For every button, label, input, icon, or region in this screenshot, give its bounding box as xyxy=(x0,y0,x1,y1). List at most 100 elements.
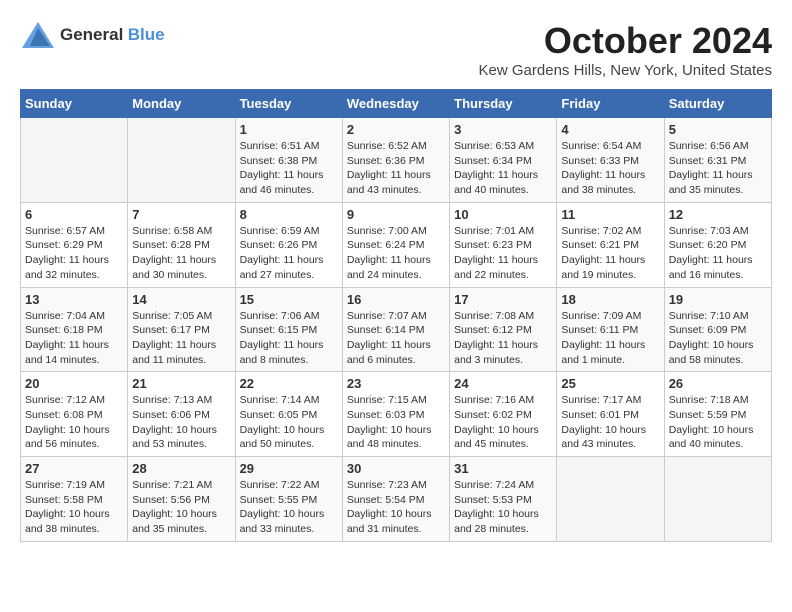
day-info: Sunrise: 7:21 AM Sunset: 5:56 PM Dayligh… xyxy=(132,478,230,537)
day-info: Sunrise: 7:18 AM Sunset: 5:59 PM Dayligh… xyxy=(669,393,767,452)
calendar-header-wednesday: Wednesday xyxy=(342,90,449,118)
day-info: Sunrise: 6:53 AM Sunset: 6:34 PM Dayligh… xyxy=(454,139,552,198)
calendar-cell: 5 Sunrise: 6:56 AM Sunset: 6:31 PM Daylig… xyxy=(664,118,771,203)
calendar-cell: 24 Sunrise: 7:16 AM Sunset: 6:02 PM Dayli… xyxy=(450,372,557,457)
calendar-week-row: 6 Sunrise: 6:57 AM Sunset: 6:29 PM Daylig… xyxy=(21,202,772,287)
day-number: 23 xyxy=(347,376,445,391)
calendar-cell xyxy=(664,457,771,542)
calendar-cell xyxy=(557,457,664,542)
day-info: Sunrise: 7:02 AM Sunset: 6:21 PM Dayligh… xyxy=(561,224,659,283)
day-number: 11 xyxy=(561,207,659,222)
day-info: Sunrise: 7:03 AM Sunset: 6:20 PM Dayligh… xyxy=(669,224,767,283)
calendar-cell: 11 Sunrise: 7:02 AM Sunset: 6:21 PM Dayli… xyxy=(557,202,664,287)
day-number: 8 xyxy=(240,207,338,222)
day-number: 17 xyxy=(454,292,552,307)
day-number: 9 xyxy=(347,207,445,222)
page-header: General Blue October 2024 Kew Gardens Hi… xyxy=(20,20,772,79)
calendar-header-friday: Friday xyxy=(557,90,664,118)
calendar-cell: 20 Sunrise: 7:12 AM Sunset: 6:08 PM Dayli… xyxy=(21,372,128,457)
calendar-cell: 31 Sunrise: 7:24 AM Sunset: 5:53 PM Dayli… xyxy=(450,457,557,542)
logo-text-blue: Blue xyxy=(128,25,165,44)
day-info: Sunrise: 7:17 AM Sunset: 6:01 PM Dayligh… xyxy=(561,393,659,452)
day-info: Sunrise: 6:59 AM Sunset: 6:26 PM Dayligh… xyxy=(240,224,338,283)
logo-icon xyxy=(20,20,56,50)
day-info: Sunrise: 7:00 AM Sunset: 6:24 PM Dayligh… xyxy=(347,224,445,283)
calendar-header-row: SundayMondayTuesdayWednesdayThursdayFrid… xyxy=(21,90,772,118)
calendar-week-row: 1 Sunrise: 6:51 AM Sunset: 6:38 PM Daylig… xyxy=(21,118,772,203)
calendar-cell: 29 Sunrise: 7:22 AM Sunset: 5:55 PM Dayli… xyxy=(235,457,342,542)
calendar-header-tuesday: Tuesday xyxy=(235,90,342,118)
calendar-table: SundayMondayTuesdayWednesdayThursdayFrid… xyxy=(20,89,772,542)
day-info: Sunrise: 7:06 AM Sunset: 6:15 PM Dayligh… xyxy=(240,309,338,368)
calendar-cell: 4Sunrise: 6:54 AM Sunset: 6:33 PM Daylig… xyxy=(557,118,664,203)
day-number: 26 xyxy=(669,376,767,391)
day-info: Sunrise: 7:14 AM Sunset: 6:05 PM Dayligh… xyxy=(240,393,338,452)
calendar-cell: 21 Sunrise: 7:13 AM Sunset: 6:06 PM Dayli… xyxy=(128,372,235,457)
day-number: 10 xyxy=(454,207,552,222)
calendar-week-row: 13 Sunrise: 7:04 AM Sunset: 6:18 PM Dayli… xyxy=(21,287,772,372)
day-info: Sunrise: 7:24 AM Sunset: 5:53 PM Dayligh… xyxy=(454,478,552,537)
day-info: Sunrise: 7:04 AM Sunset: 6:18 PM Dayligh… xyxy=(25,309,123,368)
calendar-cell: 23 Sunrise: 7:15 AM Sunset: 6:03 PM Dayli… xyxy=(342,372,449,457)
calendar-cell xyxy=(128,118,235,203)
calendar-cell: 25Sunrise: 7:17 AM Sunset: 6:01 PM Dayli… xyxy=(557,372,664,457)
calendar-cell: 18 Sunrise: 7:09 AM Sunset: 6:11 PM Dayli… xyxy=(557,287,664,372)
day-number: 24 xyxy=(454,376,552,391)
day-info: Sunrise: 7:09 AM Sunset: 6:11 PM Dayligh… xyxy=(561,309,659,368)
calendar-cell: 12 Sunrise: 7:03 AM Sunset: 6:20 PM Dayli… xyxy=(664,202,771,287)
day-number: 5 xyxy=(669,122,767,137)
day-number: 2 xyxy=(347,122,445,137)
calendar-cell: 2 Sunrise: 6:52 AM Sunset: 6:36 PM Daylig… xyxy=(342,118,449,203)
day-info: Sunrise: 7:08 AM Sunset: 6:12 PM Dayligh… xyxy=(454,309,552,368)
day-info: Sunrise: 7:13 AM Sunset: 6:06 PM Dayligh… xyxy=(132,393,230,452)
calendar-header-thursday: Thursday xyxy=(450,90,557,118)
calendar-cell: 7Sunrise: 6:58 AM Sunset: 6:28 PM Daylig… xyxy=(128,202,235,287)
calendar-cell: 26 Sunrise: 7:18 AM Sunset: 5:59 PM Dayli… xyxy=(664,372,771,457)
calendar-cell: 3 Sunrise: 6:53 AM Sunset: 6:34 PM Daylig… xyxy=(450,118,557,203)
day-number: 13 xyxy=(25,292,123,307)
day-number: 1 xyxy=(240,122,338,137)
calendar-header-monday: Monday xyxy=(128,90,235,118)
day-number: 7 xyxy=(132,207,230,222)
day-info: Sunrise: 7:15 AM Sunset: 6:03 PM Dayligh… xyxy=(347,393,445,452)
calendar-cell: 1 Sunrise: 6:51 AM Sunset: 6:38 PM Daylig… xyxy=(235,118,342,203)
day-number: 18 xyxy=(561,292,659,307)
calendar-cell: 19Sunrise: 7:10 AM Sunset: 6:09 PM Dayli… xyxy=(664,287,771,372)
day-info: Sunrise: 6:57 AM Sunset: 6:29 PM Dayligh… xyxy=(25,224,123,283)
calendar-cell: 8 Sunrise: 6:59 AM Sunset: 6:26 PM Daylig… xyxy=(235,202,342,287)
day-number: 6 xyxy=(25,207,123,222)
day-number: 19 xyxy=(669,292,767,307)
logo: General Blue xyxy=(20,20,165,50)
day-info: Sunrise: 6:56 AM Sunset: 6:31 PM Dayligh… xyxy=(669,139,767,198)
day-number: 15 xyxy=(240,292,338,307)
day-number: 31 xyxy=(454,461,552,476)
day-info: Sunrise: 7:23 AM Sunset: 5:54 PM Dayligh… xyxy=(347,478,445,537)
location-title: Kew Gardens Hills, New York, United Stat… xyxy=(479,62,772,79)
day-info: Sunrise: 7:16 AM Sunset: 6:02 PM Dayligh… xyxy=(454,393,552,452)
day-number: 21 xyxy=(132,376,230,391)
day-number: 27 xyxy=(25,461,123,476)
day-info: Sunrise: 6:51 AM Sunset: 6:38 PM Dayligh… xyxy=(240,139,338,198)
logo-text-general: General xyxy=(60,25,123,44)
calendar-cell: 16 Sunrise: 7:07 AM Sunset: 6:14 PM Dayli… xyxy=(342,287,449,372)
day-number: 20 xyxy=(25,376,123,391)
calendar-cell: 10 Sunrise: 7:01 AM Sunset: 6:23 PM Dayli… xyxy=(450,202,557,287)
calendar-cell: 14Sunrise: 7:05 AM Sunset: 6:17 PM Dayli… xyxy=(128,287,235,372)
day-number: 14 xyxy=(132,292,230,307)
day-info: Sunrise: 7:01 AM Sunset: 6:23 PM Dayligh… xyxy=(454,224,552,283)
day-info: Sunrise: 7:12 AM Sunset: 6:08 PM Dayligh… xyxy=(25,393,123,452)
day-number: 28 xyxy=(132,461,230,476)
day-number: 16 xyxy=(347,292,445,307)
calendar-cell: 15 Sunrise: 7:06 AM Sunset: 6:15 PM Dayli… xyxy=(235,287,342,372)
day-info: Sunrise: 6:52 AM Sunset: 6:36 PM Dayligh… xyxy=(347,139,445,198)
day-info: Sunrise: 7:22 AM Sunset: 5:55 PM Dayligh… xyxy=(240,478,338,537)
day-number: 3 xyxy=(454,122,552,137)
day-info: Sunrise: 7:07 AM Sunset: 6:14 PM Dayligh… xyxy=(347,309,445,368)
calendar-cell: 13 Sunrise: 7:04 AM Sunset: 6:18 PM Dayli… xyxy=(21,287,128,372)
day-number: 29 xyxy=(240,461,338,476)
day-number: 12 xyxy=(669,207,767,222)
calendar-cell: 28 Sunrise: 7:21 AM Sunset: 5:56 PM Dayli… xyxy=(128,457,235,542)
title-area: October 2024 Kew Gardens Hills, New York… xyxy=(479,20,772,79)
calendar-cell: 22Sunrise: 7:14 AM Sunset: 6:05 PM Dayli… xyxy=(235,372,342,457)
calendar-cell: 9 Sunrise: 7:00 AM Sunset: 6:24 PM Daylig… xyxy=(342,202,449,287)
